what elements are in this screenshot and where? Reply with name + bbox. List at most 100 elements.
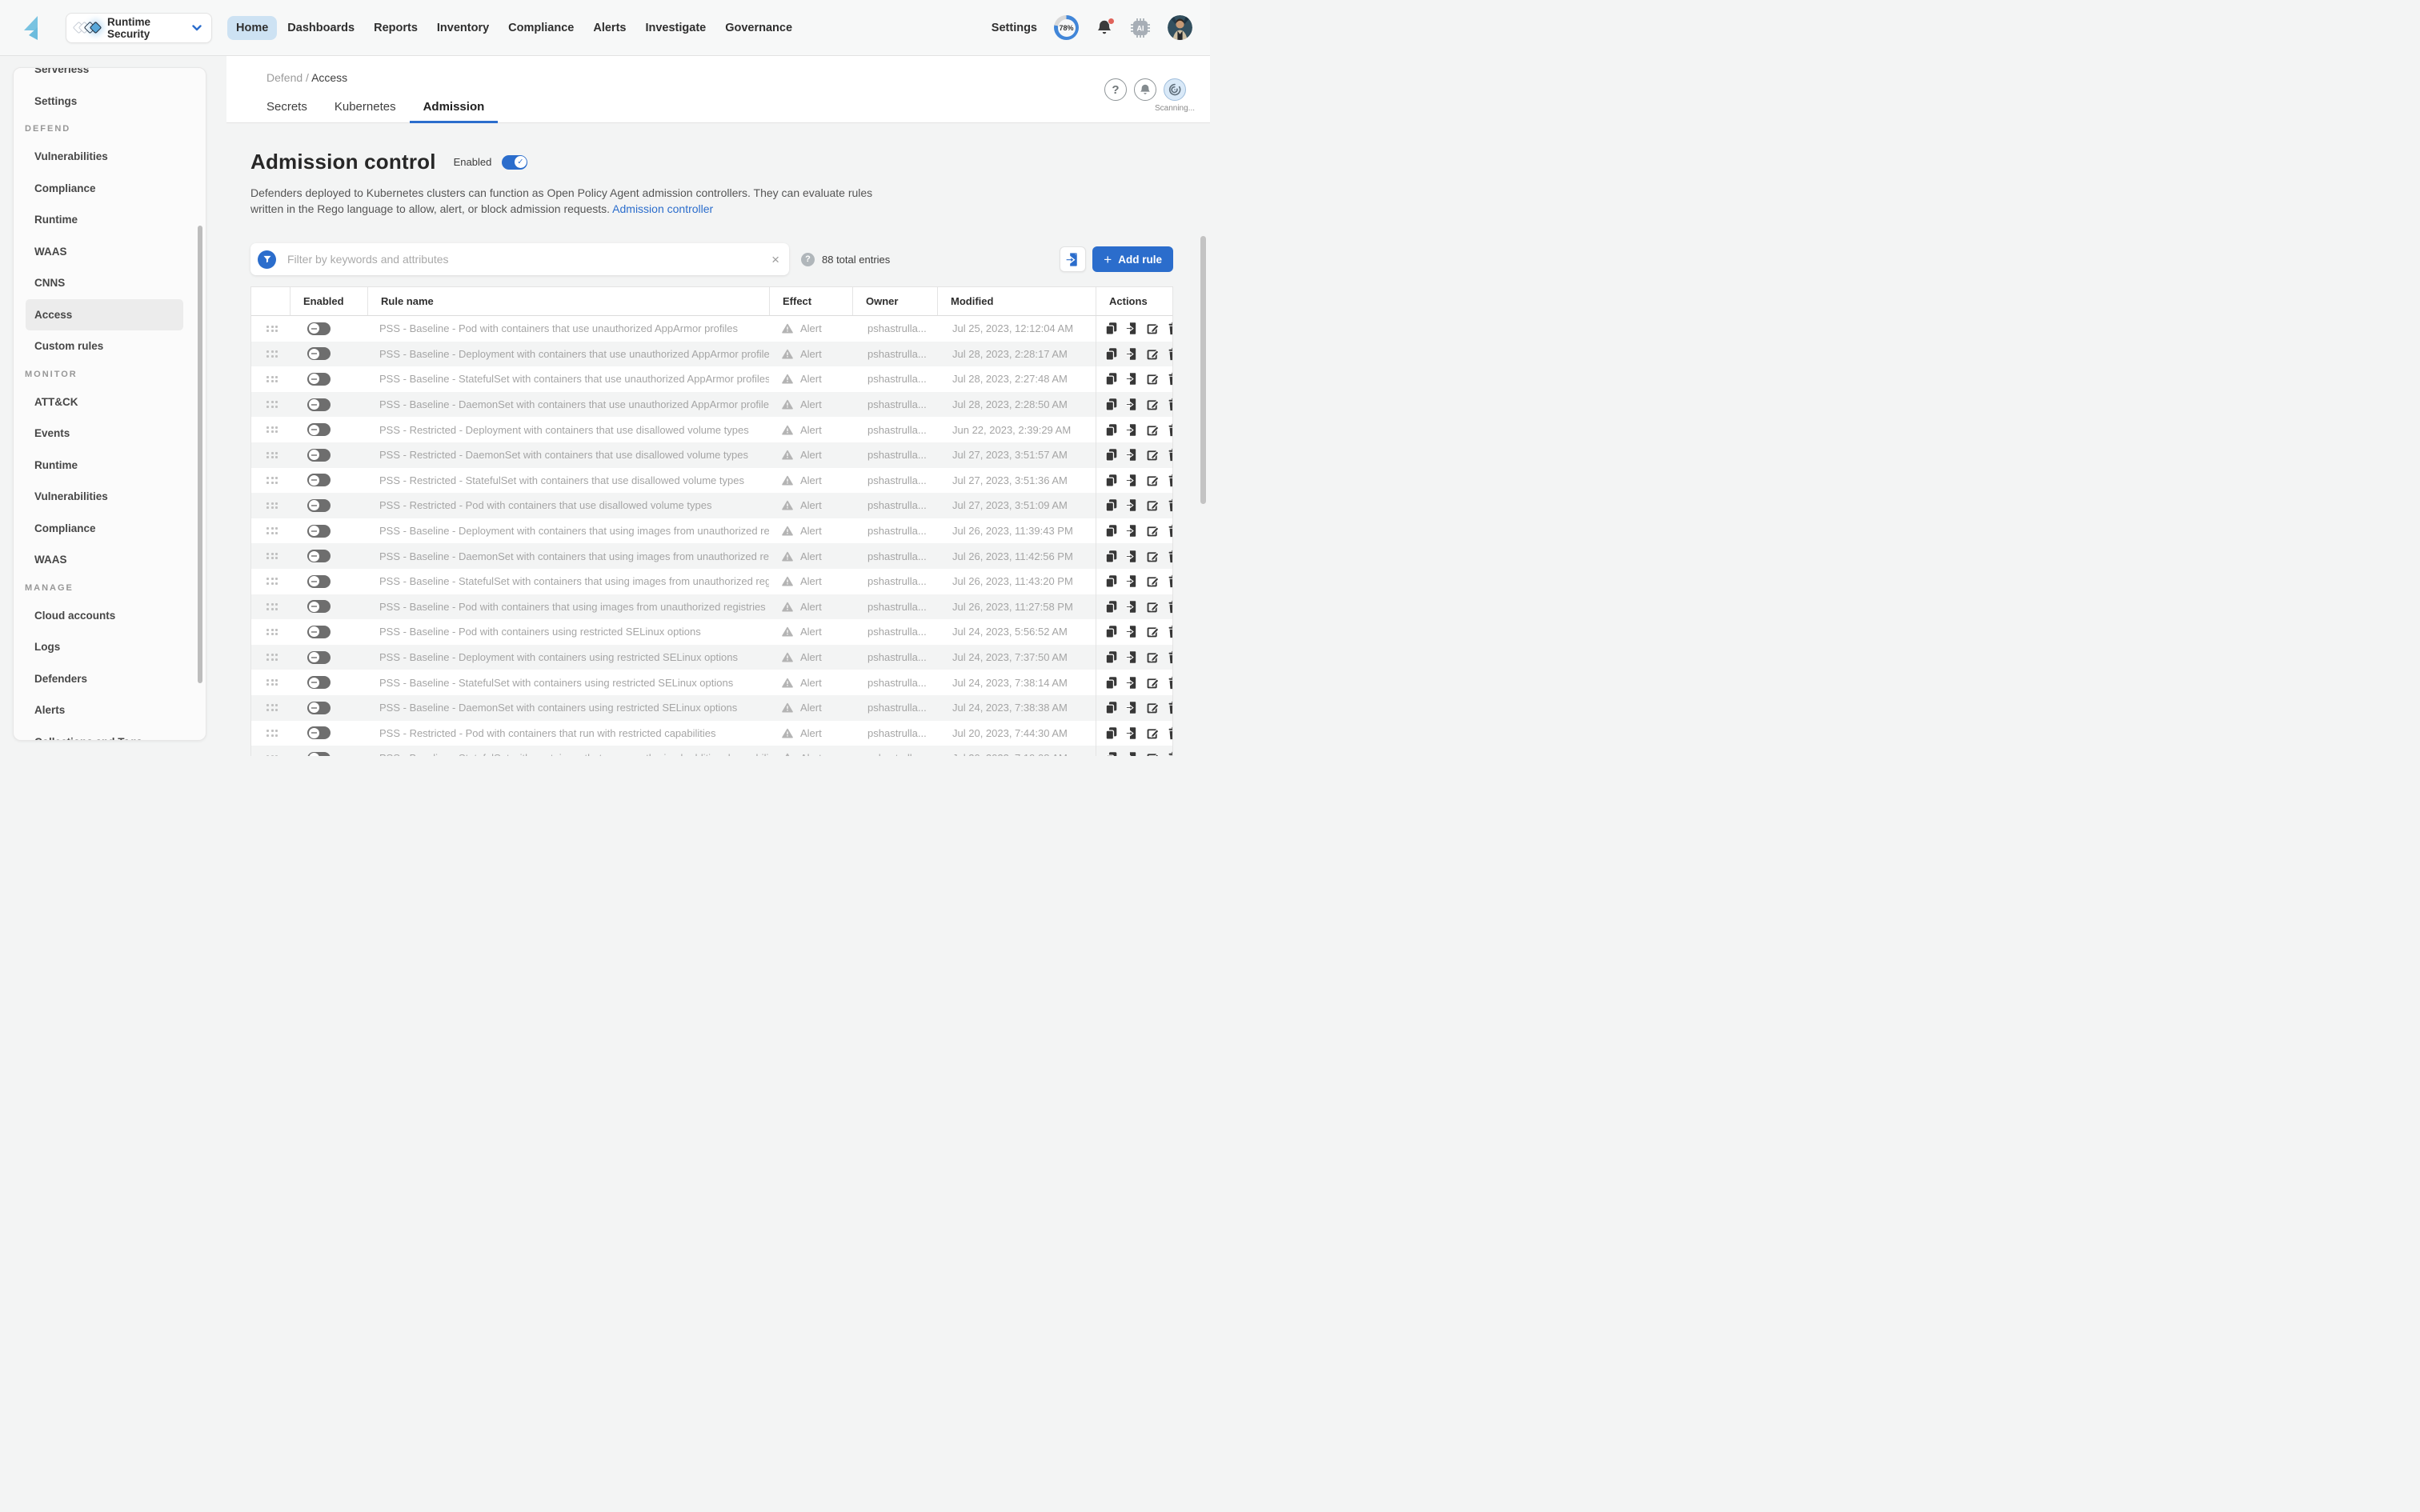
nav-item-compliance[interactable]: Compliance xyxy=(499,16,583,40)
drag-handle[interactable] xyxy=(266,401,278,408)
col-rule-name[interactable]: Rule name xyxy=(367,287,769,315)
export-rule-icon[interactable] xyxy=(1125,751,1139,756)
edit-rule-icon[interactable] xyxy=(1146,726,1160,740)
edit-rule-icon[interactable] xyxy=(1146,347,1160,361)
drag-handle[interactable] xyxy=(266,730,278,737)
filter-clear-icon[interactable]: × xyxy=(771,253,779,266)
scanning-status-icon[interactable]: Scanning... xyxy=(1164,78,1186,101)
export-rule-icon[interactable] xyxy=(1125,524,1139,538)
copy-rule-icon[interactable] xyxy=(1104,650,1118,664)
delete-rule-icon[interactable] xyxy=(1167,347,1172,361)
edit-rule-icon[interactable] xyxy=(1146,423,1160,437)
export-rule-icon[interactable] xyxy=(1125,474,1139,487)
notifications-bell-icon[interactable] xyxy=(1096,18,1113,38)
ai-assistant-icon[interactable]: AI xyxy=(1130,18,1151,38)
copy-rule-icon[interactable] xyxy=(1104,751,1118,756)
delete-rule-icon[interactable] xyxy=(1167,600,1172,614)
rule-enabled-toggle[interactable] xyxy=(307,626,331,638)
filter-input[interactable] xyxy=(287,253,771,266)
export-rule-icon[interactable] xyxy=(1125,726,1139,740)
delete-rule-icon[interactable] xyxy=(1167,498,1172,512)
add-rule-button[interactable]: + Add rule xyxy=(1092,246,1173,272)
rule-enabled-toggle[interactable] xyxy=(307,575,331,588)
edit-rule-icon[interactable] xyxy=(1146,372,1160,386)
export-rule-icon[interactable] xyxy=(1125,498,1139,512)
drag-handle[interactable] xyxy=(266,679,278,686)
rule-enabled-toggle[interactable] xyxy=(307,398,331,411)
copy-rule-icon[interactable] xyxy=(1104,322,1118,335)
export-rule-icon[interactable] xyxy=(1125,448,1139,462)
sidebar-item-vulnerabilities[interactable]: Vulnerabilities xyxy=(14,141,206,173)
delete-rule-icon[interactable] xyxy=(1167,574,1172,588)
edit-rule-icon[interactable] xyxy=(1146,574,1160,588)
nav-item-home[interactable]: Home xyxy=(227,16,277,40)
edit-rule-icon[interactable] xyxy=(1146,474,1160,487)
user-avatar[interactable] xyxy=(1168,15,1192,40)
drag-handle[interactable] xyxy=(266,350,278,358)
delete-rule-icon[interactable] xyxy=(1167,650,1172,664)
nav-item-dashboards[interactable]: Dashboards xyxy=(278,16,363,40)
credits-progress-ring[interactable]: 78% xyxy=(1054,15,1079,40)
product-switcher[interactable]: Runtime Security xyxy=(66,13,212,43)
copy-rule-icon[interactable] xyxy=(1104,676,1118,690)
rule-enabled-toggle[interactable] xyxy=(307,373,331,386)
export-rule-icon[interactable] xyxy=(1125,650,1139,664)
export-rule-icon[interactable] xyxy=(1125,600,1139,614)
export-rule-icon[interactable] xyxy=(1125,625,1139,638)
edit-rule-icon[interactable] xyxy=(1146,701,1160,714)
sidebar-item-compliance[interactable]: Compliance xyxy=(14,513,206,545)
edit-rule-icon[interactable] xyxy=(1146,524,1160,538)
sidebar-item-runtime[interactable]: Runtime xyxy=(14,450,206,482)
copy-rule-icon[interactable] xyxy=(1104,600,1118,614)
rule-enabled-toggle[interactable] xyxy=(307,600,331,613)
nav-item-inventory[interactable]: Inventory xyxy=(428,16,498,40)
edit-rule-icon[interactable] xyxy=(1146,751,1160,756)
edit-rule-icon[interactable] xyxy=(1146,398,1160,411)
delete-rule-icon[interactable] xyxy=(1167,550,1172,563)
breadcrumb-parent[interactable]: Defend xyxy=(266,71,302,84)
copy-rule-icon[interactable] xyxy=(1104,625,1118,638)
drag-handle[interactable] xyxy=(266,629,278,636)
rule-enabled-toggle[interactable] xyxy=(307,676,331,689)
admission-controller-link[interactable]: Admission controller xyxy=(612,202,713,215)
rule-enabled-toggle[interactable] xyxy=(307,449,331,462)
delete-rule-icon[interactable] xyxy=(1167,423,1172,437)
sidebar-item-logs[interactable]: Logs xyxy=(14,631,206,663)
sidebar-item-compliance[interactable]: Compliance xyxy=(14,173,206,205)
edit-rule-icon[interactable] xyxy=(1146,448,1160,462)
sidebar-item-att-ck[interactable]: ATT&CK xyxy=(14,386,206,418)
copy-rule-icon[interactable] xyxy=(1104,423,1118,437)
copy-rule-icon[interactable] xyxy=(1104,550,1118,563)
drag-handle[interactable] xyxy=(266,704,278,711)
sidebar-item-collections-and-tags[interactable]: Collections and Tags xyxy=(14,726,206,742)
rule-enabled-toggle[interactable] xyxy=(307,726,331,739)
drag-handle[interactable] xyxy=(266,452,278,459)
export-rule-icon[interactable] xyxy=(1125,550,1139,563)
copy-rule-icon[interactable] xyxy=(1104,726,1118,740)
drag-handle[interactable] xyxy=(266,477,278,484)
edit-rule-icon[interactable] xyxy=(1146,498,1160,512)
copy-rule-icon[interactable] xyxy=(1104,701,1118,714)
drag-handle[interactable] xyxy=(266,326,278,333)
copy-rule-icon[interactable] xyxy=(1104,498,1118,512)
delete-rule-icon[interactable] xyxy=(1167,625,1172,638)
delete-rule-icon[interactable] xyxy=(1167,524,1172,538)
col-modified[interactable]: Modified xyxy=(937,287,1096,315)
export-rule-icon[interactable] xyxy=(1125,372,1139,386)
alerts-bell-icon[interactable] xyxy=(1134,78,1156,101)
export-rule-icon[interactable] xyxy=(1125,423,1139,437)
drag-handle[interactable] xyxy=(266,553,278,560)
copy-rule-icon[interactable] xyxy=(1104,398,1118,411)
nav-item-reports[interactable]: Reports xyxy=(365,16,427,40)
export-rule-icon[interactable] xyxy=(1125,347,1139,361)
delete-rule-icon[interactable] xyxy=(1167,751,1172,756)
admission-control-toggle[interactable]: ✓ xyxy=(502,155,527,170)
delete-rule-icon[interactable] xyxy=(1167,372,1172,386)
export-rule-icon[interactable] xyxy=(1125,701,1139,714)
sidebar-scrollbar[interactable] xyxy=(198,226,202,683)
delete-rule-icon[interactable] xyxy=(1167,398,1172,411)
sidebar-item-cloud-accounts[interactable]: Cloud accounts xyxy=(14,600,206,632)
edit-rule-icon[interactable] xyxy=(1146,600,1160,614)
drag-handle[interactable] xyxy=(266,755,278,756)
rule-enabled-toggle[interactable] xyxy=(307,423,331,436)
